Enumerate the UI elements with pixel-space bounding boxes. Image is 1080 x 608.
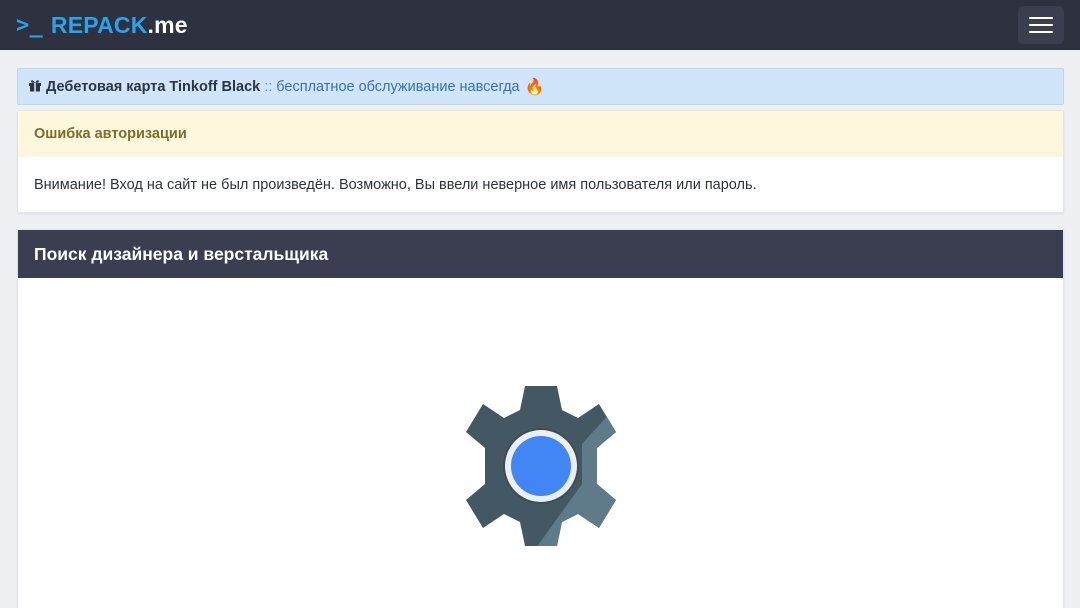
- hamburger-menu-button[interactable]: [1018, 6, 1064, 44]
- promo-banner[interactable]: Дебетовая карта Tinkoff Black :: бесплат…: [17, 68, 1064, 105]
- fire-icon: 🔥: [524, 78, 545, 96]
- panel-body: [18, 278, 1063, 608]
- promo-title: Дебетовая карта Tinkoff Black: [46, 78, 261, 95]
- logo-brand: REPACK: [50, 11, 148, 38]
- top-navbar: >_ REPACK .me: [0, 0, 1080, 50]
- android-settings-gear-icon: [464, 384, 618, 548]
- auth-error-alert: Ошибка авторизации Внимание! Вход на сай…: [17, 110, 1064, 213]
- alert-message: Внимание! Вход на сайт не был произведён…: [34, 176, 757, 193]
- content-panel: Поиск дизайнера и верстальщика: [17, 229, 1064, 608]
- promo-separator: ::: [264, 78, 273, 95]
- alert-title: Ошибка авторизации: [18, 111, 1063, 157]
- logo-tld: .me: [147, 11, 188, 38]
- hamburger-menu-icon: [1029, 17, 1053, 19]
- site-logo[interactable]: >_ REPACK .me: [16, 12, 188, 39]
- gift-icon: [28, 78, 42, 95]
- panel-title: Поиск дизайнера и верстальщика: [18, 230, 1063, 278]
- logo-prompt: >_: [16, 12, 43, 38]
- main-content: Дебетовая карта Tinkoff Black :: бесплат…: [0, 50, 1080, 608]
- promo-link[interactable]: бесплатное обслуживание навсегда: [276, 79, 519, 95]
